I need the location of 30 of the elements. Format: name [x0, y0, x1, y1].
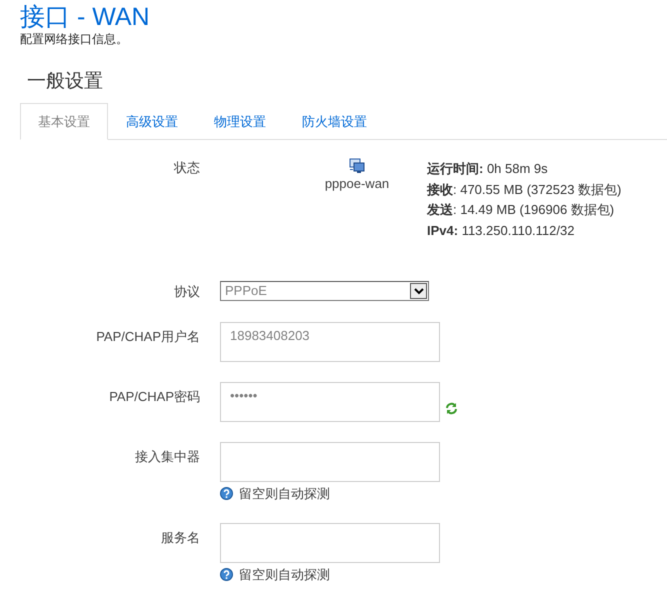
hint-text: 留空则自动探测 [239, 484, 330, 502]
field-label: 接入集中器 [134, 448, 200, 466]
refresh-icon[interactable] [445, 402, 458, 415]
field-label: PAP/CHAP用户名 [95, 328, 200, 346]
caret-icon [414, 288, 424, 294]
status-text: 接收: 470.55 MB (372523 数据包) [427, 180, 622, 199]
protocol-select[interactable]: PPPoE [220, 281, 429, 301]
page-title: 接口 - WAN [20, 2, 151, 32]
tab[interactable]: 物理设置 [196, 103, 284, 140]
field-label: 服务名 [160, 529, 200, 547]
page-description: 配置网络接口信息。 [20, 32, 129, 46]
field-label: 协议 [173, 283, 200, 301]
input-field[interactable] [220, 523, 440, 563]
tab[interactable]: 防火墙设置 [284, 103, 385, 140]
status-text: IPv4: 113.250.110.112/32 [427, 222, 576, 240]
tab[interactable]: 基本设置 [20, 103, 108, 140]
hint-text: 留空则自动探测 [239, 566, 330, 584]
help-icon [220, 568, 233, 582]
password-field[interactable]: •••••• [220, 382, 440, 422]
input-field[interactable] [220, 442, 440, 482]
interface-name: pppoe-wan [324, 175, 390, 193]
status-text: 运行时间: 0h 58m 9s [427, 160, 549, 178]
field-label: PAP/CHAP密码 [108, 388, 200, 406]
help-icon [220, 486, 233, 500]
network-icon [349, 158, 365, 174]
field-label: 状态 [172, 159, 200, 177]
status-text: 发送: 14.49 MB (196906 数据包) [427, 201, 616, 219]
tab[interactable]: 高级设置 [108, 103, 196, 140]
section-title: 一般设置 [27, 70, 104, 94]
input-field[interactable]: 18983408203 [220, 322, 440, 362]
